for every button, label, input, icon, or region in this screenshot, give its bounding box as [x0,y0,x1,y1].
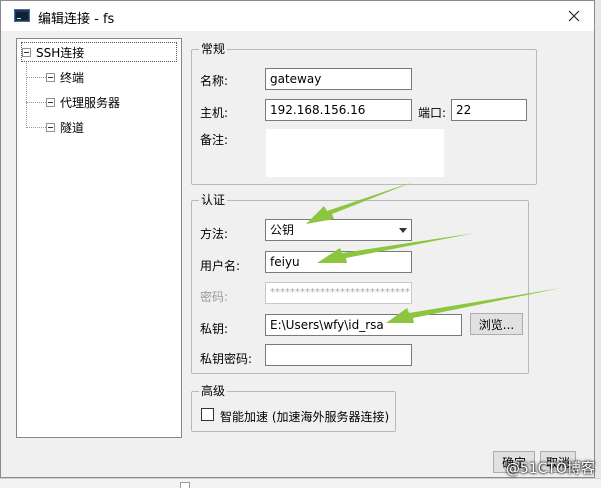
method-select[interactable]: 公钥 [265,219,412,241]
browse-button[interactable]: 浏览... [470,313,523,335]
port-label: 端口: [418,106,447,120]
tree-item-label: 隧道 [60,120,85,135]
tree-item-ssh[interactable]: SSH连接 [21,42,177,62]
password-label: 密码: [200,290,229,304]
collapse-icon[interactable] [22,47,31,57]
advanced-group-title: 高级 [199,384,228,398]
username-label: 用户名: [200,259,241,273]
port-input[interactable]: 22 [451,99,527,121]
method-select-value: 公钥 [270,223,295,237]
tree-item-terminal[interactable]: 终端 [46,67,84,87]
note-textarea[interactable] [265,128,445,178]
private-key-input[interactable]: E:\Users\wfy\id_rsa [265,314,462,336]
note-label: 备注: [200,133,229,147]
collapse-icon[interactable] [46,72,55,82]
title-bar: 编辑连接 - fs [1,1,594,31]
method-label: 方法: [200,227,229,241]
tree-item-label: 代理服务器 [60,95,121,110]
window-title: 编辑连接 - fs [38,12,115,27]
dropdown-arrow-icon [399,228,407,233]
name-label: 名称: [200,74,229,88]
collapse-icon[interactable] [46,122,55,132]
tree-item-proxy[interactable]: 代理服务器 [46,92,120,112]
terminal-app-icon [14,9,30,22]
key-passphrase-label: 私钥密码: [200,352,253,366]
private-key-label: 私钥: [200,322,229,336]
watermark-text: @51CTO博客 [505,461,595,477]
tree-item-tunnel[interactable]: 隧道 [46,117,84,137]
key-passphrase-input[interactable] [265,344,412,366]
password-input[interactable]: **************************** [265,282,412,304]
close-button[interactable] [562,5,586,27]
settings-tree: SSH连接 终端 代理服务器 隧道 [16,38,182,438]
background-taskbar-strip [0,478,601,488]
close-icon [568,10,580,22]
tree-item-label: SSH连接 [36,45,85,60]
username-input[interactable]: feiyu [265,251,412,273]
collapse-icon[interactable] [46,97,55,107]
auth-group-title: 认证 [199,193,228,207]
general-group-title: 常规 [199,42,228,56]
host-label: 主机: [200,106,229,120]
smart-accel-label: 智能加速 (加速海外服务器连接) [220,410,390,424]
edit-connection-dialog: 编辑连接 - fs SSH连接 终端 代理服务器 隧道 常规 名称: gatew [0,0,595,478]
tree-item-label: 终端 [60,70,85,85]
smart-accel-checkbox[interactable] [201,408,214,421]
host-input[interactable]: 192.168.156.16 [265,99,412,121]
name-input[interactable]: gateway [265,68,412,90]
